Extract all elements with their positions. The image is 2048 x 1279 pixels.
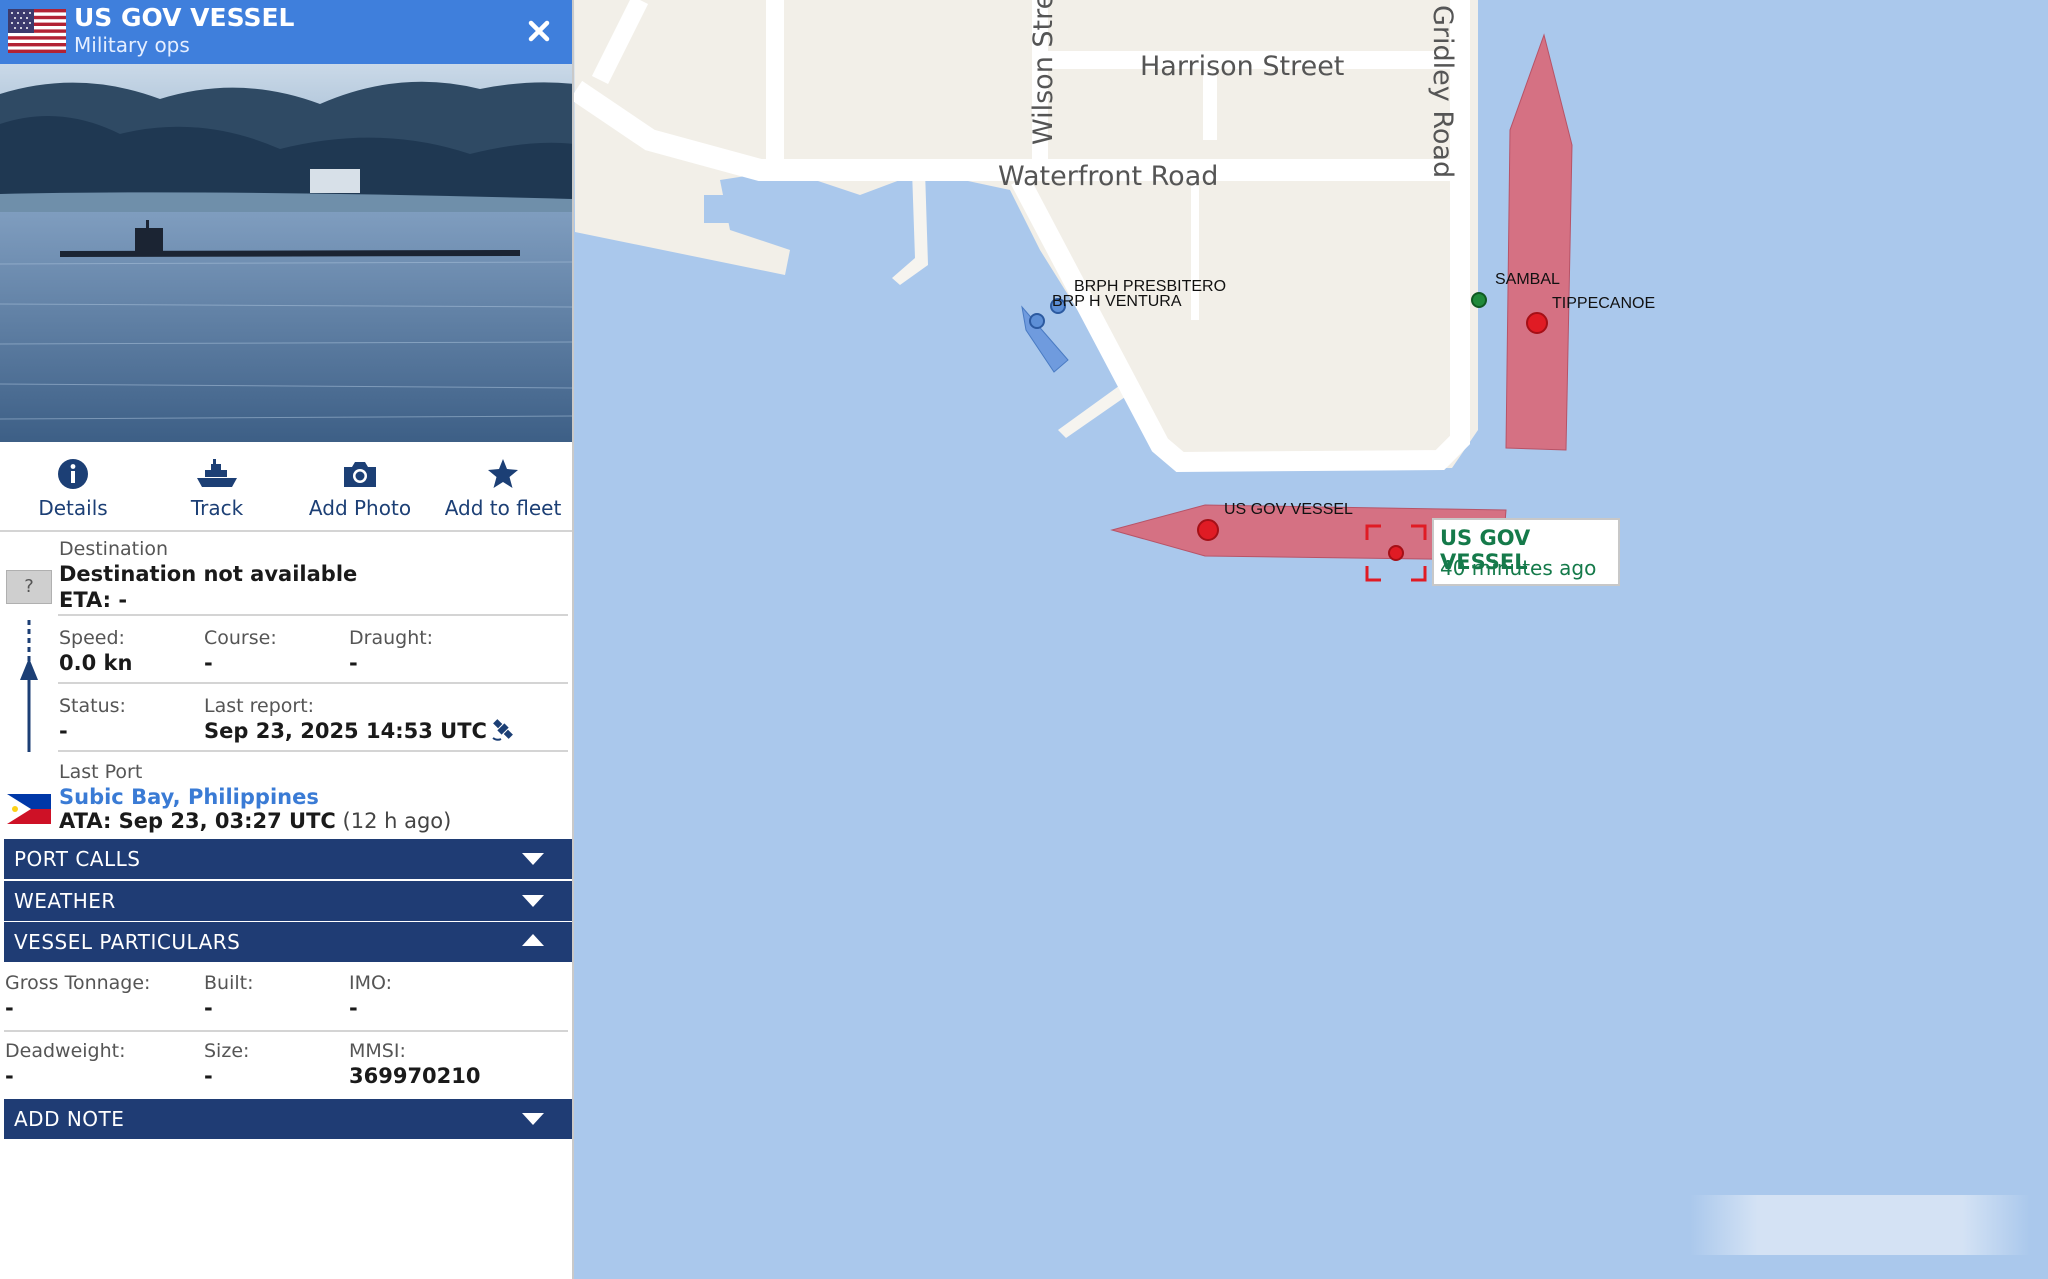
details-button[interactable]: Details (3, 458, 143, 520)
port-calls-section[interactable]: PORT CALLS (4, 839, 572, 879)
mmsi-label: MMSI: (349, 1040, 406, 1062)
status-label: Status: (59, 695, 126, 717)
last-report-label: Last report: (204, 695, 315, 717)
close-icon[interactable] (522, 14, 556, 48)
ata-line: ATA: Sep 23, 03:27 UTC (12 h ago) (59, 809, 451, 833)
divider (58, 614, 568, 616)
weather-section[interactable]: WEATHER (4, 881, 572, 921)
camera-icon (344, 462, 376, 487)
vessel-sambal-dot[interactable] (1471, 292, 1487, 308)
size-label: Size: (204, 1040, 250, 1062)
imo-value: - (349, 996, 358, 1020)
chevron-down-icon (522, 853, 544, 865)
svg-text:BRP H VENTURA: BRP H VENTURA (1052, 293, 1182, 310)
add-to-fleet-label: Add to fleet (444, 496, 562, 520)
speed-label: Speed: (59, 627, 125, 649)
vessel-type: Military ops (74, 33, 190, 57)
deadweight-value: - (5, 1064, 14, 1088)
details-label: Details (38, 496, 108, 520)
svg-text:Waterfront Road: Waterfront Road (998, 161, 1218, 192)
built-label: Built: (204, 972, 254, 994)
last-report-value: Sep 23, 2025 14:53 UTC (204, 719, 487, 743)
add-photo-label: Add Photo (308, 496, 412, 520)
svg-text:Harrison Street: Harrison Street (1140, 51, 1344, 82)
svg-text:Gridley Road: Gridley Road (1427, 5, 1458, 178)
add-note-section[interactable]: ADD NOTE (4, 1099, 572, 1139)
basin (704, 195, 748, 223)
route-line-icon (20, 620, 38, 752)
draught-value: - (349, 651, 358, 675)
svg-text:Wilson Stre: Wilson Stre (1028, 0, 1059, 145)
ata-value: ATA: Sep 23, 03:27 UTC (59, 809, 336, 833)
selected-vessel-dot[interactable] (1388, 545, 1404, 561)
track-label: Track (190, 496, 244, 520)
vessel-ventura-dot[interactable] (1029, 313, 1045, 329)
course-value: - (204, 651, 213, 675)
gross-tonnage-value: - (5, 996, 14, 1020)
unknown-destination-icon: ? (6, 570, 52, 604)
eta-value: ETA: - (59, 588, 128, 612)
imo-label: IMO: (349, 972, 393, 994)
mmsi-value: 369970210 (349, 1064, 481, 1088)
chevron-down-icon (522, 895, 544, 907)
vessel-particulars-title: VESSEL PARTICULARS (14, 930, 241, 954)
panel-header: US GOV VESSEL Military ops (0, 0, 572, 64)
built-value: - (204, 996, 213, 1020)
gross-tonnage-label: Gross Tonnage: (5, 972, 151, 994)
ship-icon (197, 459, 237, 487)
chevron-up-icon (522, 934, 544, 946)
track-button[interactable]: Track (147, 458, 287, 520)
weather-title: WEATHER (14, 889, 116, 913)
svg-text:TIPPECANOE: TIPPECANOE (1552, 295, 1655, 312)
vessel-tippecanoe-dot[interactable] (1526, 312, 1548, 334)
divider (58, 750, 568, 752)
add-photo-button[interactable]: Add Photo (290, 458, 430, 520)
star-icon (488, 459, 518, 488)
vessel-us-gov-dot[interactable] (1197, 519, 1219, 541)
chevron-down-icon (522, 1113, 544, 1125)
size-value: - (204, 1064, 213, 1088)
us-flag-icon (8, 9, 66, 53)
add-note-title: ADD NOTE (14, 1107, 125, 1131)
ata-ago: (12 h ago) (342, 809, 452, 833)
vessel-name: US GOV VESSEL (74, 3, 295, 32)
divider (58, 682, 568, 684)
vessel-particulars-section[interactable]: VESSEL PARTICULARS (4, 922, 572, 962)
add-to-fleet-button[interactable]: Add to fleet (433, 458, 572, 520)
last-port-link[interactable]: Subic Bay, Philippines (59, 785, 319, 809)
status-value: - (59, 719, 68, 743)
philippines-flag-icon (7, 794, 51, 824)
svg-text:US GOV VESSEL: US GOV VESSEL (1224, 501, 1353, 518)
deadweight-label: Deadweight: (5, 1040, 126, 1062)
tooltip-time: 40 minutes ago (1440, 556, 1597, 580)
speed-value: 0.0 kn (59, 651, 133, 675)
info-icon (58, 459, 88, 489)
course-label: Course: (204, 627, 277, 649)
draught-label: Draught: (349, 627, 434, 649)
divider (4, 1030, 568, 1032)
port-calls-title: PORT CALLS (14, 847, 141, 871)
vessel-info-panel: US GOV VESSEL Military ops Details Track… (0, 0, 574, 1279)
destination-value: Destination not available (59, 562, 358, 586)
destination-label: Destination (59, 538, 169, 560)
vessel-tooltip: US GOV VESSEL 40 minutes ago (1432, 518, 1620, 586)
action-bar: Details Track Add Photo Add to fleet (0, 442, 572, 532)
satellite-icon (492, 719, 513, 741)
last-port-label: Last Port (59, 761, 143, 783)
svg-text:SAMBAL: SAMBAL (1495, 271, 1560, 288)
vessel-photo (0, 64, 572, 442)
watermark (1690, 1195, 2030, 1255)
